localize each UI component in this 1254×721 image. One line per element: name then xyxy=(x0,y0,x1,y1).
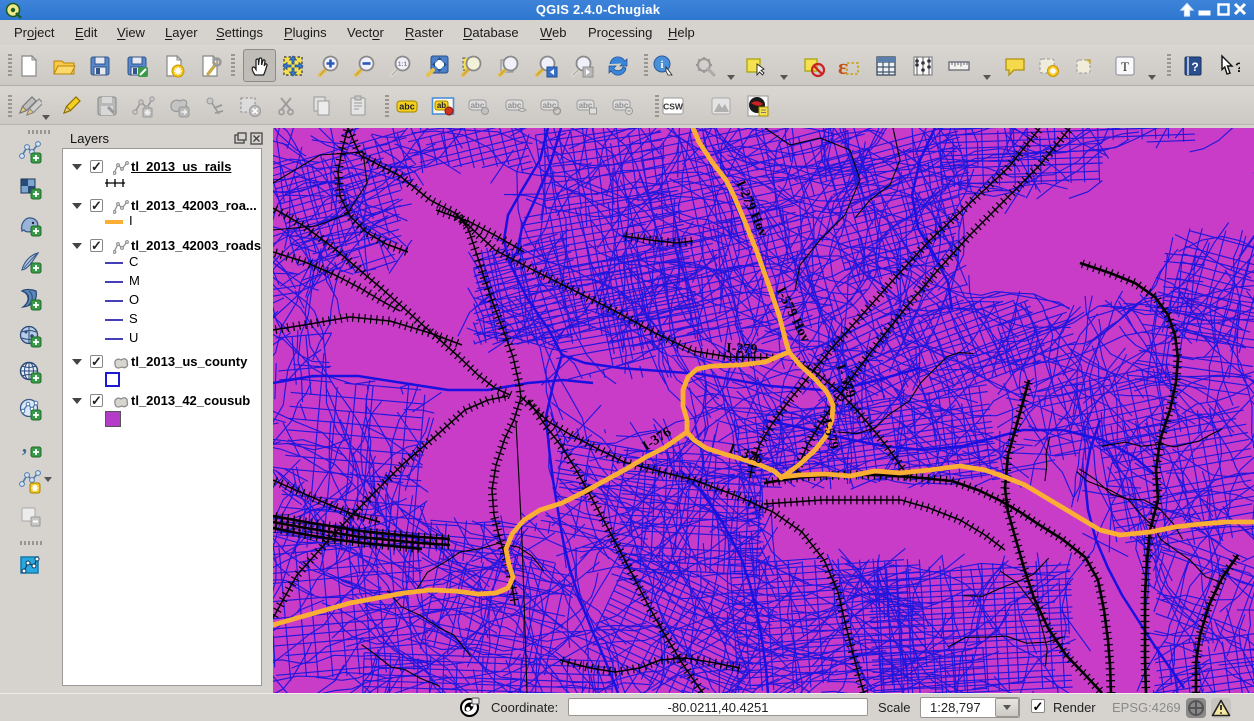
svg-text:,: , xyxy=(22,435,27,457)
svg-text:I-279: I-279 xyxy=(726,341,758,358)
svg-text:?: ? xyxy=(1191,60,1198,74)
svg-text:?: ? xyxy=(1235,59,1240,75)
svg-text:ε: ε xyxy=(838,54,847,78)
svg-text:abc: abc xyxy=(399,102,415,112)
svg-text:ab: ab xyxy=(437,101,446,110)
svg-text:1:1: 1:1 xyxy=(398,61,408,68)
svg-text:i: i xyxy=(660,59,663,71)
svg-text:T: T xyxy=(1121,59,1129,74)
svg-text:CSW: CSW xyxy=(663,102,684,112)
